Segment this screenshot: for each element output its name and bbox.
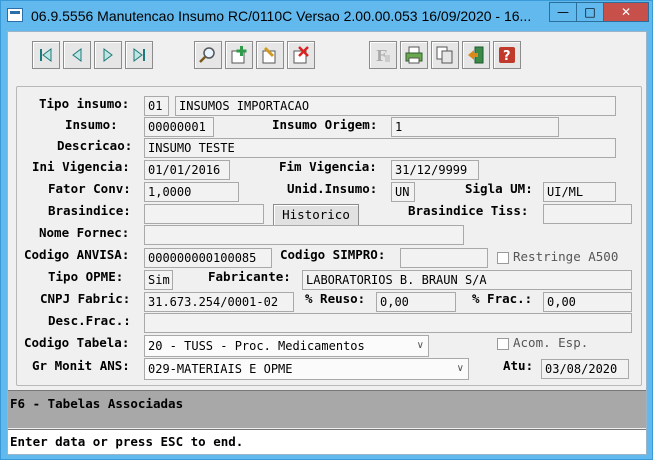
last-record-icon [133,48,145,62]
sigla-um-label: Sigla UM: [465,181,533,196]
function-key-hint: F6 - Tabelas Associadas [10,396,184,411]
perc-reuso-field[interactable]: 0,00 [376,292,456,312]
minimize-button[interactable]: — [549,2,577,22]
client-area: F ? Tipo insumo: 01 INSUMOS IMPORTACAO I… [7,31,647,455]
restringe-a500-label: Restringe A500 [513,249,619,264]
filter-icon: F [376,47,390,65]
edit-icon [262,46,276,64]
first-record-button[interactable] [32,41,60,69]
tipo-opme-field[interactable]: Sim [144,270,173,290]
delete-icon [293,46,309,64]
codigo-anvisa-field[interactable]: 000000000100085 [144,248,272,268]
ini-vigencia-label: Ini Vigencia: [32,159,130,174]
fim-vigencia-field[interactable]: 31/12/9999 [391,160,479,180]
exit-icon [468,46,484,64]
restringe-a500-checkbox[interactable] [497,252,509,264]
function-key-panel: F6 - Tabelas Associadas [8,390,646,428]
copy-icon [436,46,453,64]
descricao-field[interactable]: INSUMO TESTE [144,138,616,158]
insumo-label: Insumo: [65,117,118,132]
toolbar: F ? [8,32,646,84]
delete-button[interactable] [287,41,315,69]
add-icon [231,46,247,64]
perc-reuso-label: % Reuso: [305,291,366,306]
maximize-button[interactable]: □ [576,2,604,22]
acom-esp-checkbox[interactable] [497,338,509,350]
edit-button[interactable] [256,41,284,69]
gr-monit-ans-value: 029-MATERIAIS E OPME [148,362,293,376]
fator-conv-field[interactable]: 1,0000 [144,182,239,202]
close-button[interactable]: ✕ [603,2,649,22]
previous-record-button[interactable] [63,41,91,69]
codigo-tabela-value: 20 - TUSS - Proc. Medicamentos [148,339,365,353]
nome-fornec-field [144,225,464,245]
insumo-origem-label: Insumo Origem: [272,117,378,132]
previous-record-icon [72,48,82,62]
gr-monit-ans-label: Gr Monit ANS: [32,358,130,373]
historico-button[interactable]: Historico [273,204,359,226]
brasindice-label: Brasindice: [48,203,131,218]
filter-button[interactable]: F [369,41,397,69]
brasindice-tiss-label: Brasindice Tiss: [408,203,529,218]
atu-label: Atu: [503,358,534,373]
insumo-origem-field[interactable]: 1 [391,117,559,137]
acom-esp-label: Acom. Esp. [513,335,589,350]
next-record-icon [103,48,113,62]
print-icon [405,46,423,64]
tipo-insumo-label: Tipo insumo: [39,96,130,111]
window-title: 06.9.5556 Manutencao Insumo RC/0110C Ver… [31,8,532,24]
message-line: Enter data or press ESC to end. [8,429,646,454]
codigo-simpro-field[interactable] [400,248,488,268]
cnpj-fabric-label: CNPJ Fabric: [40,291,131,306]
chevron-down-icon: ∨ [416,340,424,351]
cnpj-fabric-field: 31.673.254/0001-02 [144,292,294,312]
sigla-um-field: UI/ML [543,182,616,202]
atu-field: 03/08/2020 [541,359,629,379]
unid-insumo-field[interactable]: UN [391,182,415,202]
ini-vigencia-field[interactable]: 01/01/2016 [144,160,230,180]
form-panel: Tipo insumo: 01 INSUMOS IMPORTACAO Insum… [16,86,642,386]
svg-text:?: ? [503,49,511,64]
tipo-opme-label: Tipo OPME: [48,269,124,284]
last-record-button[interactable] [125,41,153,69]
brasindice-tiss-field[interactable] [543,204,632,224]
fabricante-label: Fabricante: [208,269,291,284]
next-record-button[interactable] [94,41,122,69]
nome-fornec-label: Nome Fornec: [39,225,130,240]
app-icon [7,8,23,22]
status-message: Enter data or press ESC to end. [10,434,244,449]
search-icon [199,47,215,63]
print-button[interactable] [400,41,428,69]
desc-frac-field[interactable] [144,313,632,333]
fabricante-field[interactable]: LABORATORIOS B. BRAUN S/A [302,270,632,290]
codigo-anvisa-label: Codigo ANVISA: [24,247,130,262]
desc-frac-label: Desc.Frac.: [48,313,131,328]
search-button[interactable] [194,41,222,69]
app-window: 06.9.5556 Manutencao Insumo RC/0110C Ver… [0,0,653,460]
tipo-insumo-desc-field: INSUMOS IMPORTACAO [175,96,616,116]
title-bar[interactable]: 06.9.5556 Manutencao Insumo RC/0110C Ver… [1,1,652,31]
copy-button[interactable] [431,41,459,69]
brasindice-field[interactable] [144,204,264,224]
help-icon: ? [499,47,515,64]
exit-button[interactable] [462,41,490,69]
codigo-tabela-select[interactable]: 20 - TUSS - Proc. Medicamentos ∨ [144,335,429,357]
fator-conv-label: Fator Conv: [48,181,131,196]
codigo-tabela-label: Codigo Tabela: [24,335,130,350]
fim-vigencia-label: Fim Vigencia: [279,159,377,174]
tipo-insumo-code-field[interactable]: 01 [144,96,169,116]
perc-frac-label: % Frac.: [472,291,533,306]
add-button[interactable] [225,41,253,69]
insumo-field[interactable]: 00000001 [144,117,214,137]
first-record-icon [40,48,52,62]
help-button[interactable]: ? [493,41,521,69]
gr-monit-ans-select[interactable]: 029-MATERIAIS E OPME ∨ [144,358,469,380]
perc-frac-field[interactable]: 0,00 [543,292,632,312]
chevron-down-icon: ∨ [456,363,464,374]
descricao-label: Descricao: [57,138,133,153]
unid-insumo-label: Unid.Insumo: [287,181,378,196]
codigo-simpro-label: Codigo SIMPRO: [280,247,386,262]
